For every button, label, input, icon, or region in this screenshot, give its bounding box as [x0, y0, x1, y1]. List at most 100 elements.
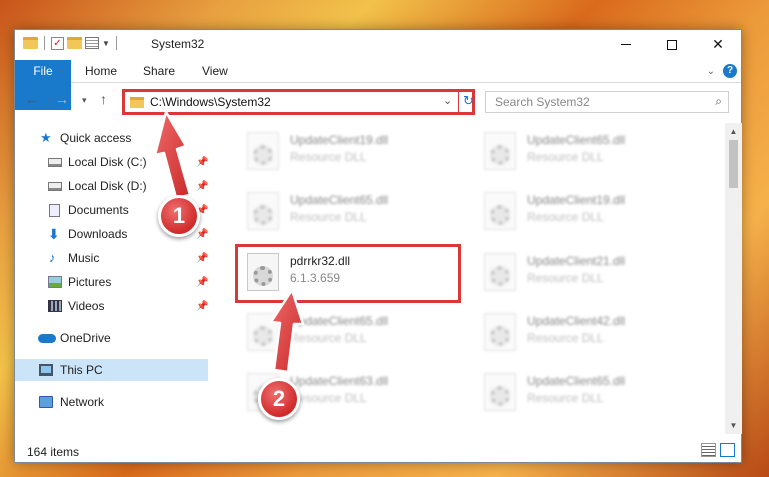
address-path[interactable]: C:\Windows\System32 [150, 95, 271, 109]
navigation-bar: ← → ▾ ↑ C:\Windows\System32 ⌄ ↻ Search S… [15, 87, 741, 115]
address-bar[interactable]: C:\Windows\System32 ⌄ ↻ [122, 89, 475, 115]
forward-arrow-icon[interactable]: → [55, 91, 69, 107]
properties-icon[interactable] [85, 37, 99, 49]
sidebar-item-label: Pictures [68, 275, 112, 289]
dll-file-icon [484, 132, 516, 170]
address-dropdown-chevron-icon[interactable]: ⌄ [443, 94, 452, 107]
window-controls: ✕ [603, 30, 741, 59]
sidebar-item-videos[interactable]: Videos 📌 [15, 295, 208, 317]
file-name: UpdateClient19.dll [527, 193, 626, 207]
file-name: UpdateClient21.dll [527, 254, 626, 268]
file-name: UpdateClient63.dll [290, 374, 389, 388]
file-explorer-window: ✓ ▼ System32 ✕ File Home Share View ⌄ ? … [14, 29, 742, 463]
sidebar-item-label: Local Disk (D:) [68, 179, 147, 193]
navigation-pane: ★ Quick access Local Disk (C:) 📌 Local D… [15, 123, 208, 427]
recent-locations-chevron-icon[interactable]: ▾ [82, 95, 87, 106]
sidebar-item-onedrive[interactable]: OneDrive [15, 327, 208, 349]
sidebar-item-this-pc[interactable]: This PC [15, 359, 208, 381]
new-folder-icon[interactable] [67, 37, 82, 49]
file-item[interactable]: UpdateClient65.dll Resource DLL [241, 309, 461, 359]
help-icon[interactable]: ? [723, 64, 737, 78]
dll-file-icon [484, 192, 516, 230]
maximize-button[interactable] [649, 30, 695, 59]
close-button[interactable]: ✕ [695, 30, 741, 59]
folder-icon [130, 97, 144, 108]
file-description: Resource DLL [527, 391, 604, 405]
sidebar-item-network[interactable]: Network [15, 391, 208, 413]
details-view-icon[interactable] [701, 443, 716, 457]
pin-icon[interactable]: 📌 [196, 181, 208, 192]
dll-file-icon [484, 313, 516, 351]
back-arrow-icon[interactable]: ← [25, 91, 39, 107]
item-count: 164 items [27, 445, 80, 459]
file-description: Resource DLL [527, 331, 604, 345]
gear-icon [490, 386, 510, 406]
cloud-icon [38, 333, 56, 343]
gear-icon [490, 145, 510, 165]
computer-icon [39, 364, 53, 376]
sidebar-item-music[interactable]: ♪ Music 📌 [15, 247, 208, 269]
sidebar-item-label: Music [68, 251, 100, 265]
file-description: Resource DLL [527, 271, 604, 285]
refresh-icon[interactable]: ↻ [463, 93, 474, 109]
file-item[interactable]: UpdateClient42.dll Resource DLL [478, 309, 698, 359]
customize-toolbar-chevron-icon[interactable]: ▼ [102, 39, 110, 48]
pin-icon[interactable]: 📌 [196, 301, 208, 312]
file-item[interactable]: UpdateClient21.dll Resource DLL [478, 249, 698, 299]
sidebar-item-label: Downloads [68, 227, 128, 241]
dll-file-icon [247, 313, 279, 351]
search-box[interactable]: Search System32 ⌕ [485, 91, 729, 113]
pin-icon[interactable]: 📌 [196, 253, 208, 264]
file-description: Resource DLL [527, 150, 604, 164]
file-item[interactable]: UpdateClient65.dll Resource DLL [478, 369, 698, 419]
search-input[interactable]: Search System32 [495, 95, 590, 109]
expand-ribbon-chevron-icon[interactable]: ⌄ [707, 66, 715, 77]
vertical-scrollbar[interactable]: ▲ ▼ [725, 123, 742, 434]
sidebar-item-label: Local Disk (C:) [68, 155, 147, 169]
file-name: UpdateClient19.dll [290, 133, 389, 147]
sidebar-item-label: Documents [68, 203, 129, 217]
scroll-up-icon[interactable]: ▲ [725, 123, 742, 140]
sidebar-item-label: Videos [68, 299, 105, 313]
scroll-down-icon[interactable]: ▼ [725, 417, 742, 434]
disk-icon [48, 181, 62, 191]
gear-icon [253, 326, 273, 346]
file-item[interactable]: UpdateClient65.dll Resource DLL [241, 188, 461, 238]
file-description: Resource DLL [290, 391, 367, 405]
file-item[interactable]: UpdateClient19.dll Resource DLL [478, 188, 698, 238]
sidebar-item-label: OneDrive [60, 331, 111, 345]
file-item[interactable]: UpdateClient19.dll Resource DLL [241, 128, 461, 178]
sidebar-item-quick-access[interactable]: ★ Quick access [15, 127, 208, 149]
videos-icon [48, 300, 62, 312]
properties-check-icon[interactable]: ✓ [51, 36, 64, 50]
file-item[interactable]: UpdateClient65.dll Resource DLL [478, 128, 698, 178]
pin-icon[interactable]: 📌 [196, 277, 208, 288]
file-description: Resource DLL [527, 210, 604, 224]
pin-icon[interactable]: 📌 [196, 229, 208, 240]
maximize-icon [667, 39, 677, 50]
title-bar: ✓ ▼ System32 ✕ [15, 30, 741, 60]
up-arrow-icon[interactable]: ↑ [100, 91, 107, 107]
highlight-box [235, 244, 461, 303]
pin-icon[interactable]: 📌 [196, 157, 208, 168]
minimize-button[interactable] [603, 30, 649, 59]
step-2-badge: 2 [258, 378, 300, 420]
minimize-icon [621, 44, 631, 45]
dll-file-icon [484, 373, 516, 411]
sidebar-item-local-disk-c[interactable]: Local Disk (C:) 📌 [15, 151, 208, 173]
star-icon: ★ [40, 130, 52, 145]
folder-icon[interactable] [23, 37, 38, 49]
network-icon [39, 396, 53, 408]
tab-home[interactable]: Home [85, 60, 117, 83]
sidebar-item-label: Quick access [60, 131, 132, 145]
ribbon-tabs: File Home Share View ⌄ ? [15, 60, 741, 110]
tab-view[interactable]: View [202, 60, 228, 83]
search-icon[interactable]: ⌕ [715, 94, 722, 109]
sidebar-item-pictures[interactable]: Pictures 📌 [15, 271, 208, 293]
sidebar-item-local-disk-d[interactable]: Local Disk (D:) 📌 [15, 175, 208, 197]
tiles-view-icon[interactable] [720, 443, 735, 457]
close-icon: ✕ [712, 36, 724, 52]
scroll-thumb[interactable] [729, 140, 738, 188]
quick-access-toolbar: ✓ ▼ [23, 36, 120, 50]
tab-share[interactable]: Share [143, 60, 175, 83]
